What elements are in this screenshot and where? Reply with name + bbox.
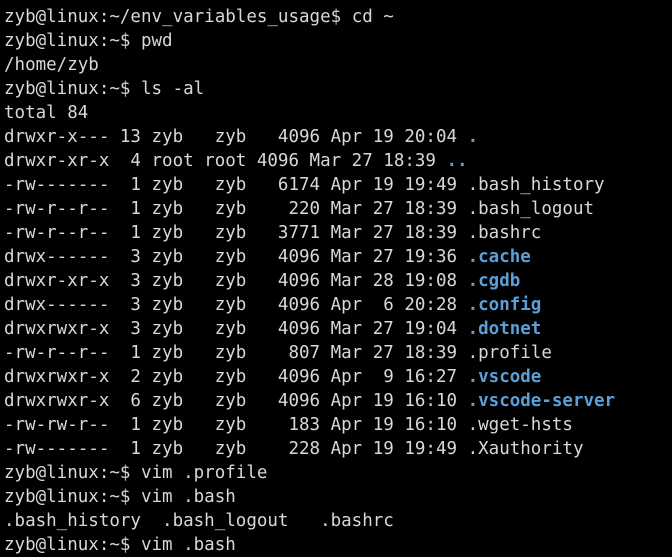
directory-name: .vscode-server — [467, 391, 616, 411]
listing-row-vscode-server: drwxrwxr-x 6 zyb zyb 4096 Apr 19 16:10 .… — [4, 389, 672, 413]
listing-row-config: drwx------ 3 zyb zyb 4096 Apr 6 20:28 .c… — [4, 293, 672, 317]
output-line-total: total 84 — [4, 101, 672, 125]
listing-metadata: -rw-rw-r-- 1 zyb zyb 183 Apr 19 16:10 — [4, 415, 468, 435]
listing-metadata: drwxr-xr-x 3 zyb zyb 4096 Mar 28 19:08 — [4, 271, 468, 291]
shell-prompt: zyb@linux:~$ — [4, 487, 141, 507]
listing-metadata: drwxr-x--- 13 zyb zyb 4096 Apr 19 20:04 — [4, 127, 468, 147]
directory-name: . — [467, 127, 479, 147]
output-text: /home/zyb — [4, 55, 99, 75]
listing-row-dot: drwxr-x--- 13 zyb zyb 4096 Apr 19 20:04 … — [4, 125, 672, 149]
listing-metadata: drwxr-xr-x 4 root root 4096 Mar 27 18:39 — [4, 151, 447, 171]
shell-prompt: zyb@linux:~$ — [4, 31, 141, 51]
listing-row-profile: -rw-r--r-- 1 zyb zyb 807 Mar 27 18:39 .p… — [4, 341, 672, 365]
listing-metadata: drwx------ 3 zyb zyb 4096 Mar 27 19:36 — [4, 247, 468, 267]
listing-metadata: -rw------- 1 zyb zyb 6174 Apr 19 19:49 — [4, 175, 468, 195]
directory-name: .dotnet — [467, 319, 542, 339]
shell-command: vim .profile — [140, 463, 268, 483]
output-text: total 84 — [4, 103, 89, 123]
shell-command: pwd — [140, 31, 173, 51]
file-name: .profile — [467, 343, 552, 363]
file-name: .bash_logout — [467, 199, 595, 219]
file-name: .bash_history — [467, 175, 605, 195]
directory-name: .. — [446, 151, 468, 171]
listing-metadata: drwxrwxr-x 3 zyb zyb 4096 Mar 27 19:04 — [4, 319, 468, 339]
listing-metadata: -rw-r--r-- 1 zyb zyb 807 Mar 27 18:39 — [4, 343, 468, 363]
prompt-line-ls: zyb@linux:~$ ls -al — [4, 77, 672, 101]
prompt-line-cd: zyb@linux:~/env_variables_usage$ cd ~ — [4, 5, 672, 29]
listing-row-bashrc: -rw-r--r-- 1 zyb zyb 3771 Mar 27 18:39 .… — [4, 221, 672, 245]
listing-row-bash-history: -rw------- 1 zyb zyb 6174 Apr 19 19:49 .… — [4, 173, 672, 197]
prompt-line-vim-bash-1: zyb@linux:~$ vim .bash — [4, 485, 672, 509]
listing-metadata: -rw------- 1 zyb zyb 228 Apr 19 19:49 — [4, 439, 468, 459]
shell-command: cd ~ — [351, 7, 394, 27]
directory-name: .cgdb — [467, 271, 521, 291]
listing-metadata: drwxrwxr-x 2 zyb zyb 4096 Apr 9 16:27 — [4, 367, 468, 387]
listing-row-vscode: drwxrwxr-x 2 zyb zyb 4096 Apr 9 16:27 .v… — [4, 365, 672, 389]
shell-command: vim .bash — [140, 487, 236, 507]
listing-row-dotdot: drwxr-xr-x 4 root root 4096 Mar 27 18:39… — [4, 149, 672, 173]
shell-command: vim .bash — [140, 535, 236, 555]
output-line-pwd: /home/zyb — [4, 53, 672, 77]
file-name: .Xauthority — [467, 439, 584, 459]
listing-metadata: -rw-r--r-- 1 zyb zyb 220 Mar 27 18:39 — [4, 199, 468, 219]
listing-row-cache: drwx------ 3 zyb zyb 4096 Mar 27 19:36 .… — [4, 245, 672, 269]
prompt-line-vim-profile: zyb@linux:~$ vim .profile — [4, 461, 672, 485]
listing-metadata: drwx------ 3 zyb zyb 4096 Apr 6 20:28 — [4, 295, 468, 315]
prompt-line-pwd: zyb@linux:~$ pwd — [4, 29, 672, 53]
terminal-screen[interactable]: zyb@linux:~/env_variables_usage$ cd ~ zyb… — [0, 0, 672, 555]
completion-line: .bash_history .bash_logout .bashrc — [4, 509, 672, 533]
shell-prompt: zyb@linux:~/env_variables_usage$ — [4, 7, 352, 27]
directory-name: .config — [467, 295, 542, 315]
shell-prompt: zyb@linux:~$ — [4, 79, 141, 99]
output-text: .bash_history .bash_logout .bashrc — [4, 511, 394, 531]
listing-row-cgdb: drwxr-xr-x 3 zyb zyb 4096 Mar 28 19:08 .… — [4, 269, 672, 293]
listing-row-dotnet: drwxrwxr-x 3 zyb zyb 4096 Mar 27 19:04 .… — [4, 317, 672, 341]
listing-metadata: drwxrwxr-x 6 zyb zyb 4096 Apr 19 16:10 — [4, 391, 468, 411]
file-name: .wget-hsts — [467, 415, 573, 435]
listing-row-bash-logout: -rw-r--r-- 1 zyb zyb 220 Mar 27 18:39 .b… — [4, 197, 672, 221]
prompt-line-vim-bash-2: zyb@linux:~$ vim .bash — [4, 533, 672, 557]
file-name: .bashrc — [467, 223, 542, 243]
shell-prompt: zyb@linux:~$ — [4, 463, 141, 483]
directory-name: .cache — [467, 247, 531, 267]
listing-row-xauthority: -rw------- 1 zyb zyb 228 Apr 19 19:49 .X… — [4, 437, 672, 461]
shell-prompt: zyb@linux:~$ — [4, 535, 141, 555]
directory-name: .vscode — [467, 367, 542, 387]
shell-command: ls -al — [140, 79, 205, 99]
listing-metadata: -rw-r--r-- 1 zyb zyb 3771 Mar 27 18:39 — [4, 223, 468, 243]
listing-row-wget-hsts: -rw-rw-r-- 1 zyb zyb 183 Apr 19 16:10 .w… — [4, 413, 672, 437]
